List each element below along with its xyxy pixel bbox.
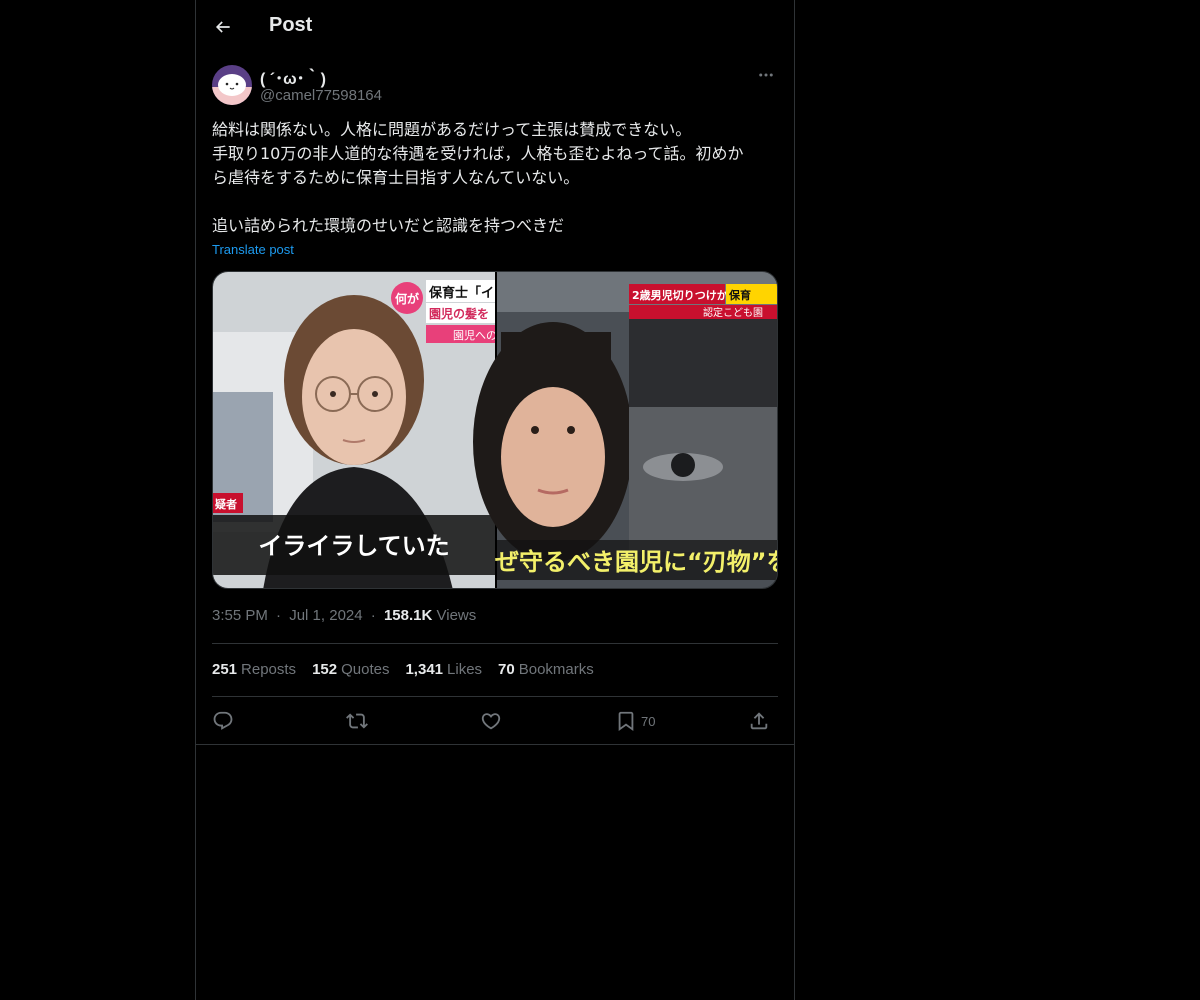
media-left-side-tag: 疑者 [215, 497, 237, 511]
reply-icon [213, 711, 233, 730]
action-bar: 70 [212, 706, 778, 736]
meta-separator: · [370, 607, 376, 624]
display-name[interactable]: ( ´･ω･｀) [260, 65, 326, 89]
media-image-left[interactable]: 何が 保育士「イ 園児の髪を 園児への 疑者 イライラしていた [213, 272, 497, 589]
views-count: 158.1K [383, 607, 433, 624]
repost-icon [346, 713, 368, 729]
page-title: Post [269, 14, 313, 36]
post-text-line: 給料は関係ない。人格に問題があるだけって主張は賛成できない。 [212, 120, 692, 139]
post-text: 給料は関係ない。人格に問題があるだけって主張は賛成できない。 手取り10万の非人… [212, 118, 780, 238]
post-author: ( ´･ω･｀) @camel77598164 [212, 63, 778, 107]
stat-count: 251 [212, 661, 238, 678]
media-left-sub-caption: 園児の髪を [429, 306, 489, 321]
more-horizontal-icon [759, 73, 773, 77]
post-column: Post ( ´･ω･｀) @camel77598164 給料は関係ない。人格に… [195, 0, 795, 1000]
stat-bookmarks[interactable]: 70 Bookmarks [498, 661, 594, 678]
reply-button[interactable] [212, 706, 234, 736]
share-button[interactable] [748, 706, 770, 736]
post-text-line: 追い詰められた環境のせいだと認識を持つべきだ [212, 216, 565, 235]
share-icon [750, 712, 768, 730]
top-bar: Post [196, 0, 794, 53]
stat-reposts[interactable]: 251 Reposts [212, 661, 296, 678]
media-left-badge: 何が [395, 291, 419, 306]
stat-count: 70 [498, 661, 515, 678]
post-meta: 3:55 PM · Jul 1, 2024 · 158.1K Views [212, 607, 476, 624]
post-time[interactable]: 3:55 PM [212, 607, 268, 624]
bookmark-icon [618, 711, 634, 732]
translate-post-link[interactable]: Translate post [212, 242, 294, 257]
like-button[interactable] [480, 706, 502, 736]
repost-button[interactable] [346, 706, 368, 736]
post-text-line: ら虐待をするために保育士目指す人なんていない。 [212, 168, 580, 187]
media-right-top-caption-tag: 保育 [728, 288, 751, 302]
media-right-sub-caption: 認定こども園 [703, 306, 763, 319]
divider [212, 643, 778, 644]
stat-label: Quotes [341, 661, 390, 678]
bookmark-count: 70 [641, 713, 656, 729]
avatar-image [212, 65, 252, 105]
post-text-blank-line [212, 190, 780, 214]
media-left-top-caption: 保育士「イ [428, 285, 494, 301]
post-stats: 251 Reposts 152 Quotes 1,341 Likes 70 Bookmarks [212, 661, 610, 678]
stat-count: 1,341 [405, 661, 444, 678]
stat-likes[interactable]: 1,341 Likes [405, 661, 482, 678]
avatar[interactable] [212, 65, 252, 105]
post-text-line: 手取り10万の非人道的な待遇を受ければ，人格も歪むよねって話。初めか [212, 144, 744, 163]
user-handle[interactable]: @camel77598164 [260, 87, 382, 104]
stat-count: 152 [312, 661, 338, 678]
media-right-bottom-caption: ぜ守るべき園児に“刃物”を [495, 548, 778, 576]
media-right-top-caption: 2歳男児切りつけか [632, 288, 728, 302]
back-button[interactable] [208, 12, 238, 42]
stat-label: Reposts [241, 661, 297, 678]
divider [196, 744, 794, 745]
media-images: 何が 保育士「イ 園児の髪を 園児への 疑者 イライラしていた 2歳男児切りつけ… [213, 272, 778, 589]
media-image-right[interactable]: 2歳男児切りつけか 保育 認定こども園 ぜ守るべき園児に“刃物”を [473, 272, 778, 589]
media-left-bottom-caption: イライラしていた [258, 532, 449, 560]
post-date[interactable]: Jul 1, 2024 [289, 607, 362, 624]
post-media[interactable]: 何が 保育士「イ 園児の髪を 園児への 疑者 イライラしていた 2歳男児切りつけ… [212, 271, 778, 589]
media-left-sub-caption2: 園児への [453, 329, 497, 342]
heart-icon [481, 713, 501, 730]
more-button[interactable] [754, 63, 778, 87]
stat-quotes[interactable]: 152 Quotes [312, 661, 389, 678]
views-label: Views [436, 607, 477, 624]
stat-label: Bookmarks [518, 661, 594, 678]
divider [212, 696, 778, 697]
bookmark-button[interactable]: 70 [615, 706, 655, 736]
arrow-left-icon [215, 21, 230, 33]
meta-separator: · [276, 607, 282, 624]
stat-label: Likes [447, 661, 483, 678]
